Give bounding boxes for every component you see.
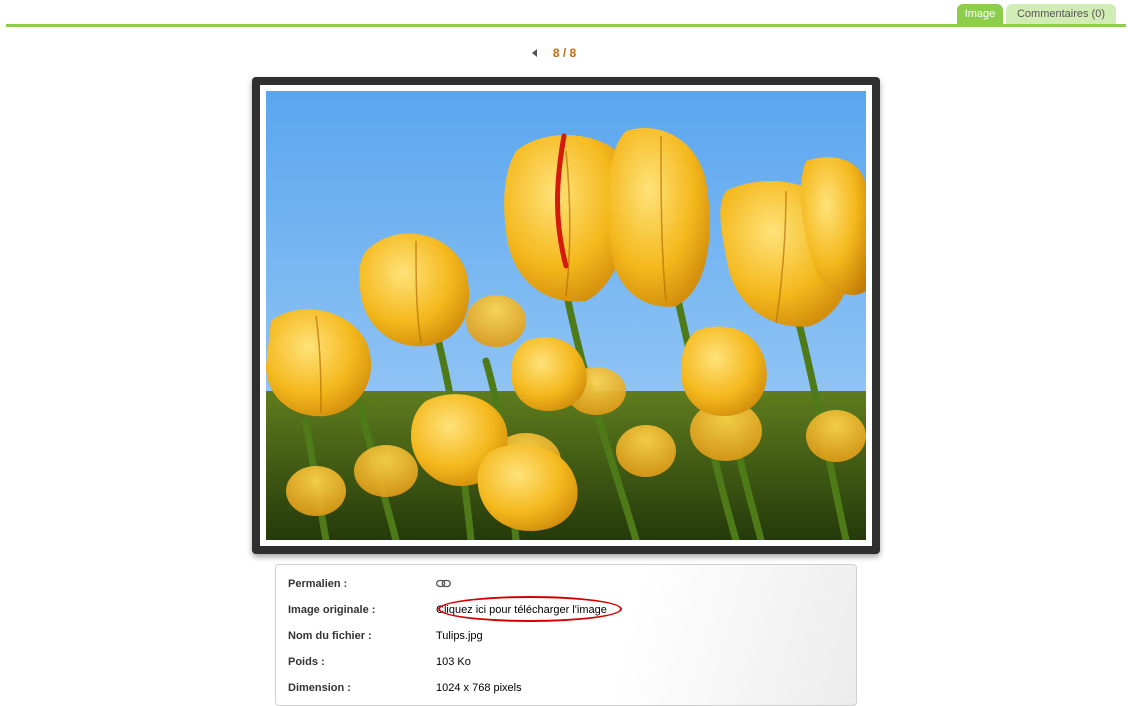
tulips-photo[interactable] <box>266 91 866 540</box>
image-frame <box>252 77 880 554</box>
filesize-label: Poids : <box>288 656 325 668</box>
red-annotation-oval <box>438 596 622 622</box>
tab-comments[interactable]: Commentaires (0) <box>1006 4 1116 25</box>
tab-divider <box>6 24 1126 27</box>
image-navigation: 8 / 8 <box>0 46 1128 60</box>
filename-value: Tulips.jpg <box>436 630 483 642</box>
view-tabs: Image Commentaires (0) <box>957 4 1116 25</box>
image-mat <box>260 85 872 546</box>
dimension-value: 1024 x 768 pixels <box>436 682 522 694</box>
image-details-panel: Permalien : Image originale : Cliquez ic… <box>275 564 857 706</box>
previous-arrow-icon[interactable] <box>531 49 537 57</box>
image-counter: 8 / 8 <box>552 46 577 60</box>
original-image-label: Image originale : <box>288 604 376 616</box>
permalink-label: Permalien : <box>288 578 348 590</box>
filesize-value: 103 Ko <box>436 656 471 668</box>
tab-image[interactable]: Image <box>957 4 1003 25</box>
chain-link-icon[interactable] <box>436 579 451 591</box>
filename-label: Nom du fichier : <box>288 630 372 642</box>
dimension-label: Dimension : <box>288 682 351 694</box>
